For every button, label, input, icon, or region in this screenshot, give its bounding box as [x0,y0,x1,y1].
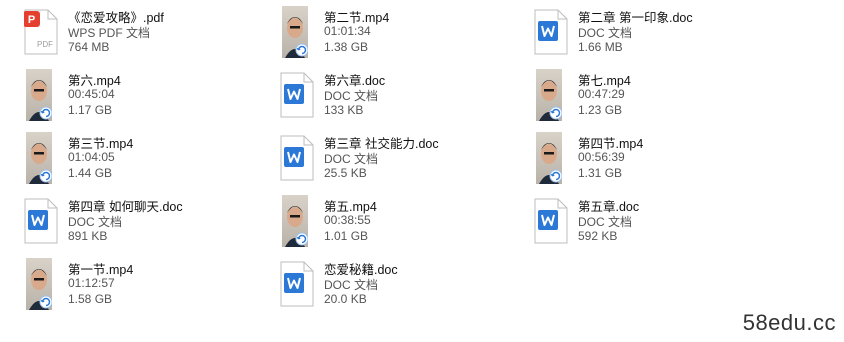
file-size: 133 KB [324,103,364,117]
pdf-label: PDF [37,40,53,49]
file-type-or-duration: 00:56:39 [578,150,625,164]
file-icon[interactable] [278,132,314,182]
file-type-or-duration: 00:38:55 [324,213,371,227]
svg-text:P: P [28,14,35,26]
file-type-or-duration: 01:01:34 [324,24,371,38]
file-type-or-duration: 01:04:05 [68,150,115,164]
file-icon[interactable]: P PDF [22,6,58,56]
file-icon[interactable] [278,69,314,119]
file-item[interactable]: 第七.mp4 00:47:29 1.23 GB [532,69,782,127]
file-item[interactable]: 恋爱秘籍.doc DOC 文档 20.0 KB [278,258,528,316]
file-icon[interactable] [278,6,314,58]
video-thumbnail-icon [26,69,52,121]
file-size: 1.23 GB [578,103,623,117]
file-icon[interactable] [22,258,58,310]
file-size: 1.17 GB [68,103,113,117]
file-size: 592 KB [578,229,618,243]
pdf-file-icon: P PDF [24,9,58,55]
file-size: 891 KB [68,229,108,243]
file-size: 1.44 GB [68,166,113,180]
file-icon[interactable] [532,195,568,245]
file-size: 1.31 GB [578,166,623,180]
file-icon[interactable] [22,132,58,184]
file-item[interactable]: 第六.mp4 00:45:04 1.17 GB [22,69,272,127]
file-item[interactable]: 第三章 社交能力.doc DOC 文档 25.5 KB [278,132,528,190]
file-icon[interactable] [532,69,568,121]
file-type-or-duration: 00:47:29 [578,87,625,101]
file-item[interactable]: 第二节.mp4 01:01:34 1.38 GB [278,6,528,64]
file-size: 1.38 GB [324,40,369,54]
file-size: 20.0 KB [324,292,367,306]
file-item[interactable]: 第二章 第一印象.doc DOC 文档 1.66 MB [532,6,782,64]
word-doc-icon [24,198,58,244]
file-size: 1.01 GB [324,229,369,243]
watermark: 58edu.cc [742,310,836,335]
file-size: 764 MB [68,40,110,54]
video-thumbnail-icon [282,6,308,58]
file-grid: P PDF 《恋爱攻略》.pdf WPS PDF 文档 764 MB 第二节.m… [0,0,844,342]
file-size: 1.66 MB [578,40,623,54]
file-type-or-duration: DOC 文档 [324,89,379,103]
file-type-or-duration: DOC 文档 [578,26,633,40]
word-doc-icon [534,198,568,244]
video-thumbnail-icon [282,195,308,247]
file-icon[interactable] [278,258,314,308]
file-item[interactable]: 第五章.doc DOC 文档 592 KB [532,195,782,253]
word-doc-icon [280,72,314,118]
word-doc-icon [280,135,314,181]
file-item[interactable]: 第三节.mp4 01:04:05 1.44 GB [22,132,272,190]
file-icon[interactable] [278,195,314,247]
file-size: 25.5 KB [324,166,367,180]
file-item[interactable]: 第一节.mp4 01:12:57 1.58 GB [22,258,272,316]
file-size: 1.58 GB [68,292,113,306]
file-item[interactable]: 第四节.mp4 00:56:39 1.31 GB [532,132,782,190]
file-icon[interactable] [532,6,568,56]
file-type-or-duration: DOC 文档 [68,215,123,229]
file-type-or-duration: DOC 文档 [324,152,379,166]
file-type-or-duration: 00:45:04 [68,87,115,101]
word-doc-icon [534,9,568,55]
file-icon[interactable] [532,132,568,184]
file-type-or-duration: WPS PDF 文档 [68,26,151,40]
file-type-or-duration: DOC 文档 [324,278,379,292]
file-icon[interactable] [22,69,58,121]
file-item[interactable]: 第四章 如何聊天.doc DOC 文档 891 KB [22,195,272,253]
file-type-or-duration: DOC 文档 [578,215,633,229]
file-item[interactable]: 第五.mp4 00:38:55 1.01 GB [278,195,528,253]
video-thumbnail-icon [536,132,562,184]
file-item[interactable]: P PDF 《恋爱攻略》.pdf WPS PDF 文档 764 MB [22,6,272,64]
video-thumbnail-icon [26,258,52,310]
word-doc-icon [280,261,314,307]
video-thumbnail-icon [536,69,562,121]
file-item[interactable]: 第六章.doc DOC 文档 133 KB [278,69,528,127]
file-icon[interactable] [22,195,58,245]
file-type-or-duration: 01:12:57 [68,276,115,290]
video-thumbnail-icon [26,132,52,184]
